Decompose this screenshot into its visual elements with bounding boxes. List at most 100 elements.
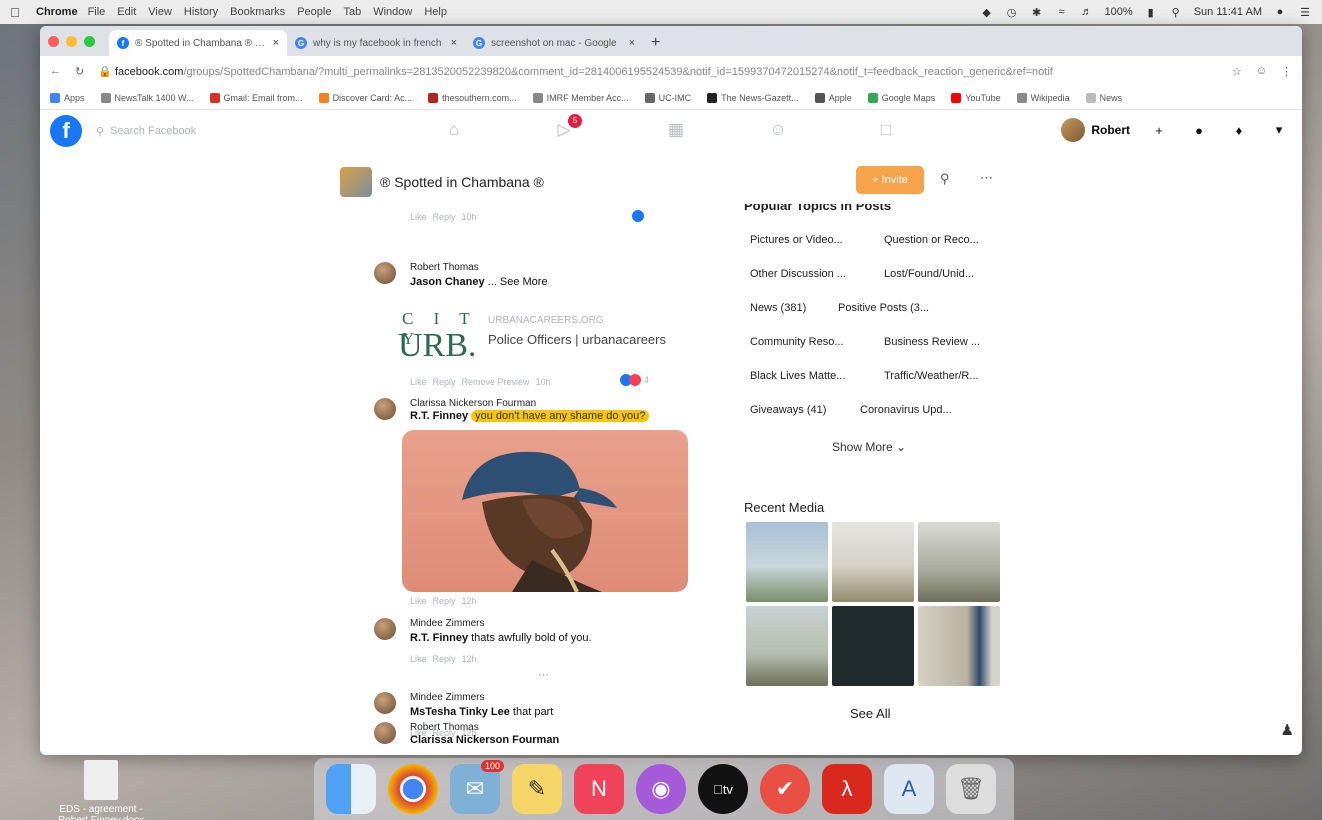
url-field[interactable]: 🔒 facebook.com/groups/SpottedChambana/?m… (98, 65, 1218, 78)
close-tab-icon[interactable]: × (629, 37, 635, 49)
comment-author[interactable]: Mindee Zimmers (410, 618, 484, 629)
close-tab-icon[interactable]: × (451, 37, 457, 49)
reply-link[interactable]: Reply (433, 212, 456, 222)
mention[interactable]: R.T. Finney (410, 410, 468, 422)
menu-edit[interactable]: Edit (117, 6, 136, 18)
show-more-button[interactable]: Show More ⌄ (832, 440, 906, 454)
groups-icon[interactable]: ☺ (766, 120, 790, 142)
topic-giveaways[interactable]: Giveaways (41) (750, 404, 826, 416)
topic-traffic-weather[interactable]: Traffic/Weather/R... (884, 370, 979, 382)
like-reaction-icon[interactable] (632, 210, 644, 222)
bookmark-apple[interactable]: Apple (814, 92, 852, 103)
invite-button[interactable]: + Invite (856, 166, 924, 194)
topic-business-review[interactable]: Business Review ... (884, 336, 980, 348)
acrobat-pdf-icon[interactable]: λ (822, 764, 872, 814)
bookmark-youtube[interactable]: YouTube (951, 92, 1001, 103)
media-thumbnail-screenshot[interactable] (832, 606, 914, 686)
profile-button[interactable]: Robert (1061, 118, 1130, 142)
battery-icon[interactable]: ▮ (1144, 6, 1158, 19)
media-thumbnail[interactable] (746, 522, 828, 602)
apple-tv-icon[interactable]: tv (698, 764, 748, 814)
comment-author[interactable]: Mindee Zimmers (410, 692, 484, 703)
mention[interactable]: R.T. Finney (410, 632, 468, 644)
bookmark-gmail[interactable]: Gmail: Email from... (209, 92, 303, 103)
topic-lost-found[interactable]: Lost/Found/Unid... (884, 268, 974, 280)
bookmark-uc-imc[interactable]: UC-IMC (644, 92, 691, 103)
bookmark-imrf[interactable]: IMRF Member Acc... (532, 92, 629, 103)
reply-link[interactable]: Reply (433, 377, 456, 387)
mention[interactable]: Jason Chaney (410, 276, 485, 288)
pages-icon[interactable]: ✎ (512, 764, 562, 814)
reload-icon[interactable]: ↻ (75, 65, 84, 78)
remove-preview-link[interactable]: Remove Preview (462, 377, 530, 387)
topic-positive-posts[interactable]: Positive Posts (3... (838, 302, 929, 314)
notification-center-icon[interactable]: ☰ (1298, 6, 1312, 19)
like-link[interactable]: Like (410, 377, 427, 387)
tab-google-search-french[interactable]: G why is my facebook in french × (287, 30, 465, 56)
like-link[interactable]: Like (410, 654, 427, 664)
minimize-window-button[interactable] (66, 35, 77, 47)
dropbox-icon[interactable]: ◆ (980, 6, 994, 19)
home-icon[interactable]: ⌂ (442, 120, 466, 142)
bookmark-google-maps[interactable]: Google Maps (867, 92, 935, 103)
topic-news[interactable]: News (381) (750, 302, 806, 314)
group-search-icon[interactable]: ⚲ (940, 171, 950, 187)
finder-icon[interactable] (326, 764, 376, 814)
topic-pictures-or-video[interactable]: Pictures or Video... (750, 234, 843, 246)
media-thumbnail[interactable] (746, 606, 828, 686)
menu-window[interactable]: Window (373, 6, 412, 18)
desktop-file-icon[interactable]: EDS - agreement - Robert Finney.docx (46, 760, 156, 820)
avatar[interactable] (374, 692, 396, 714)
spotlight-search-icon[interactable]: ⚲ (1169, 6, 1183, 19)
avatar[interactable] (374, 398, 396, 420)
mention[interactable]: MsTesha Tinky Lee (410, 706, 510, 718)
search-facebook-input[interactable]: ⚲ Search Facebook (90, 115, 310, 147)
messenger-icon[interactable]: ● (1188, 119, 1210, 141)
watch-video-icon[interactable]: ▷ 5 (552, 114, 582, 142)
mention[interactable]: Clarissa Nickerson Fourman (410, 734, 559, 746)
close-tab-icon[interactable]: × (273, 37, 279, 49)
bookmark-star-icon[interactable]: ☆ (1232, 65, 1242, 78)
group-name[interactable]: ® Spotted in Chambana ® (380, 174, 544, 190)
like-link[interactable]: Like (410, 212, 427, 222)
siri-icon[interactable]: ● (1273, 6, 1287, 18)
notifications-bell-icon[interactable]: ♦ (1228, 119, 1250, 141)
facebook-logo-icon[interactable]: f (50, 115, 82, 147)
reply-link[interactable]: Reply (433, 596, 456, 606)
see-all-media-link[interactable]: See All (850, 706, 890, 721)
tab-spotted-in-chambana[interactable]: f ® Spotted in Chambana ® | F... × (109, 30, 287, 56)
reaction-count[interactable]: 4 (644, 375, 649, 385)
bookmark-news-gazette[interactable]: The News-Gazett... (707, 92, 799, 103)
podcasts-icon[interactable]: ◉ (636, 764, 686, 814)
bookmark-apps[interactable]: Apps (50, 92, 85, 103)
menu-view[interactable]: View (148, 6, 172, 18)
comment-author[interactable]: Robert Thomas (410, 722, 479, 733)
group-more-options-icon[interactable]: ⋯ (980, 170, 993, 186)
avatar[interactable] (374, 618, 396, 640)
preview-app-icon[interactable]: A (884, 764, 934, 814)
bookmark-wikipedia[interactable]: Wikipedia (1016, 92, 1070, 103)
menu-file[interactable]: File (88, 6, 106, 18)
profile-icon[interactable]: ☺ (1256, 65, 1267, 77)
wifi-icon[interactable]: ≈ (1055, 6, 1069, 18)
bookmark-news-folder[interactable]: News (1085, 92, 1122, 103)
wunderlist-check-icon[interactable]: ✔ (760, 764, 810, 814)
chrome-menu-icon[interactable]: ⋮ (1281, 65, 1292, 78)
time-machine-icon[interactable]: ◷ (1005, 6, 1019, 19)
app-menu-chrome[interactable]: Chrome (36, 6, 78, 18)
close-window-button[interactable] (48, 35, 59, 47)
volume-icon[interactable]: ♬ (1080, 6, 1094, 18)
media-thumbnail[interactable] (832, 522, 914, 602)
menu-tab[interactable]: Tab (343, 6, 361, 18)
topic-question-or-reco[interactable]: Question or Reco... (884, 234, 979, 246)
topic-black-lives-matter[interactable]: Black Lives Matte... (750, 370, 845, 382)
bookmark-newstalk[interactable]: NewsTalk 1400 W... (100, 92, 194, 103)
create-plus-icon[interactable]: + (1148, 119, 1170, 141)
back-arrow-icon[interactable]: ← (50, 65, 61, 77)
like-link[interactable]: Like (410, 596, 427, 606)
reply-link[interactable]: Reply (433, 654, 456, 664)
bookmark-discover[interactable]: Discover Card: Ac... (318, 92, 412, 103)
topic-community-reso[interactable]: Community Reso... (750, 336, 844, 348)
love-reaction-icon[interactable] (629, 374, 641, 386)
new-tab-button[interactable]: + (651, 34, 660, 52)
